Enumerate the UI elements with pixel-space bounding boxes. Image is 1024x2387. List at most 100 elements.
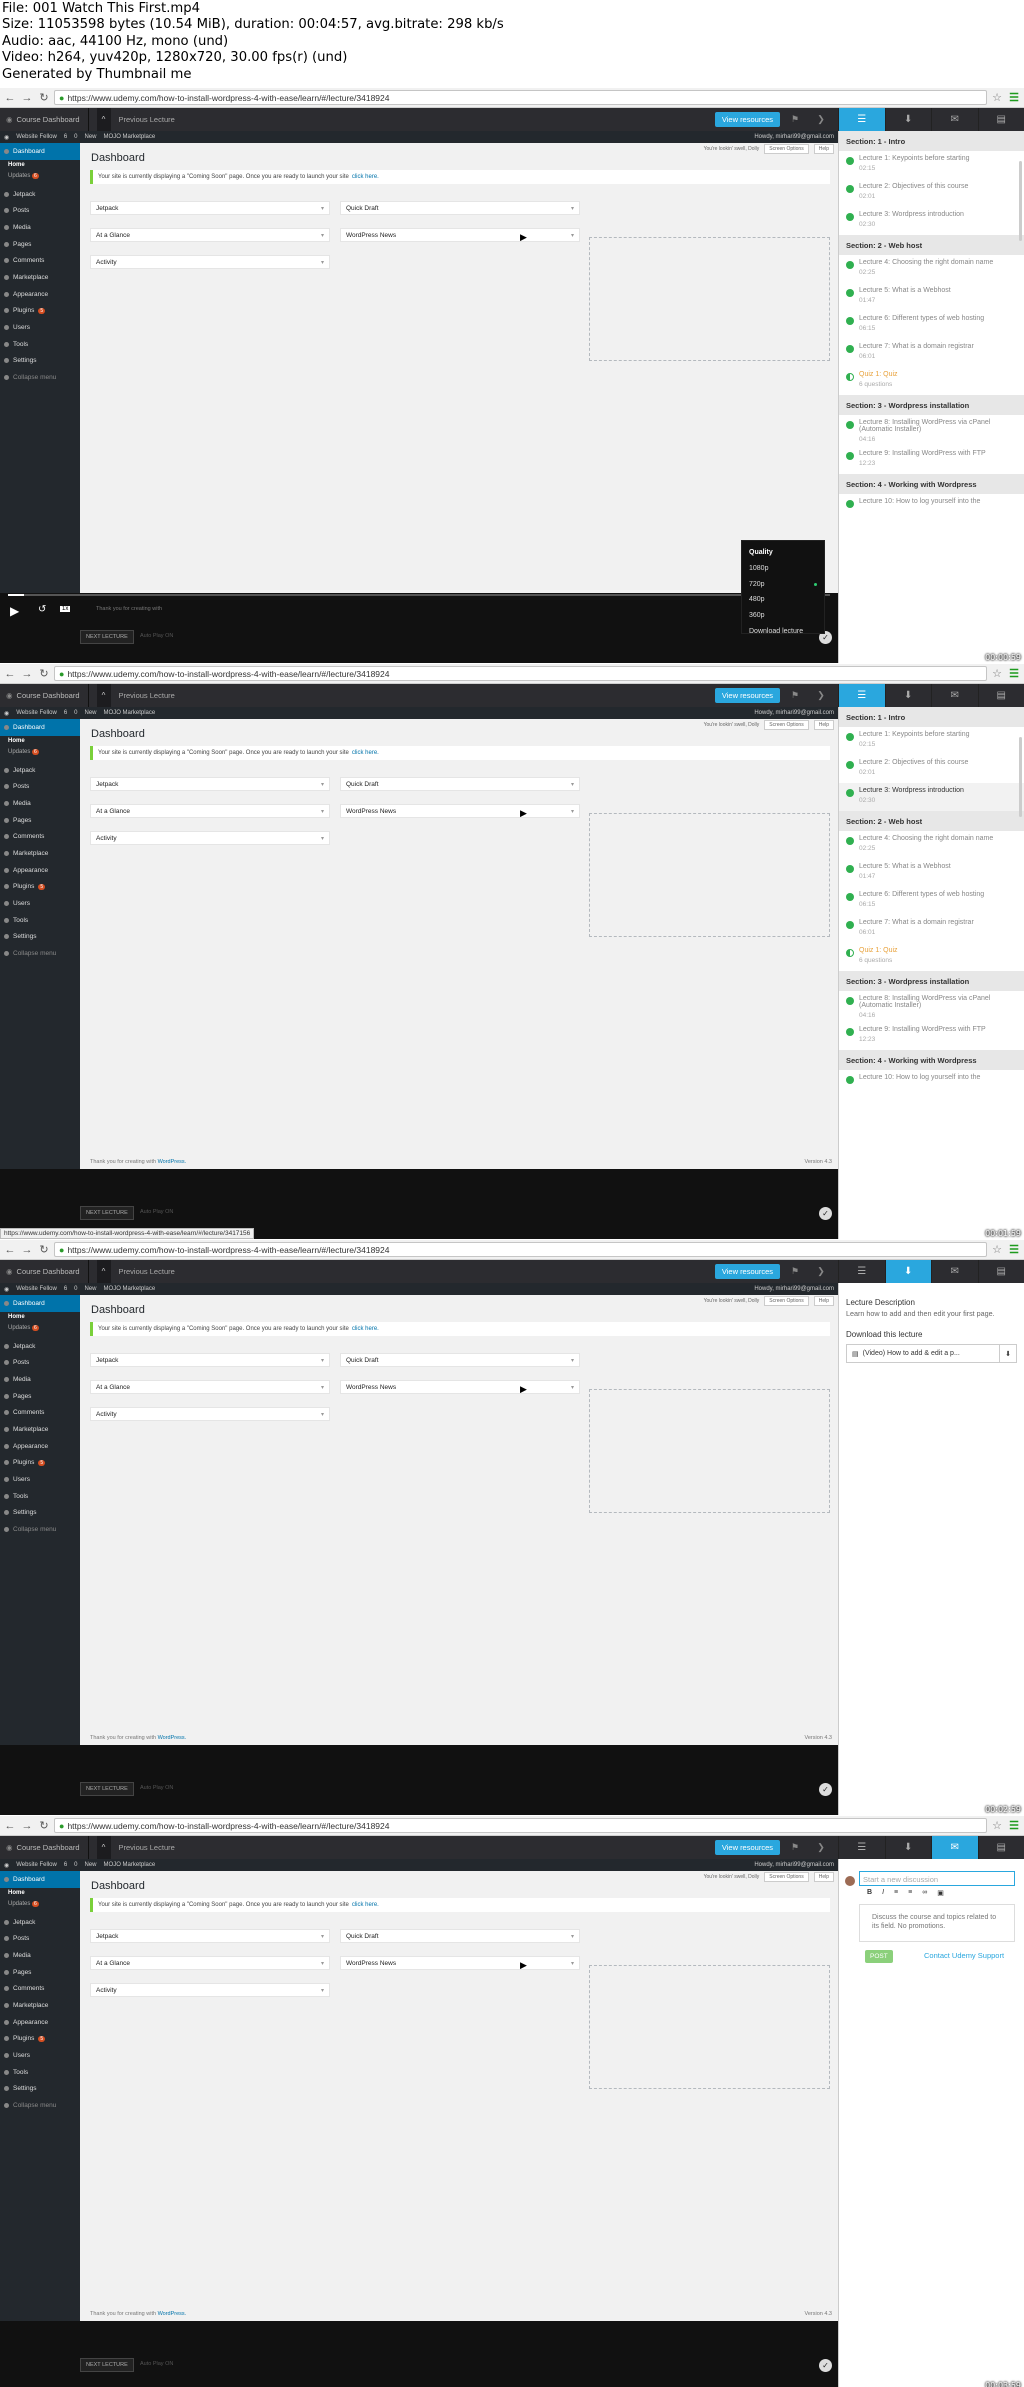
notice-link[interactable]: click here. xyxy=(352,1326,379,1332)
view-resources-button[interactable]: View resources xyxy=(714,688,780,703)
wp-comments[interactable]: 6 xyxy=(64,1286,67,1292)
wordpress-news-widget[interactable]: WordPress News ▾ xyxy=(340,228,580,242)
progress-bar[interactable] xyxy=(8,594,830,596)
quick-draft-widget[interactable]: Quick Draft ▾ xyxy=(340,1353,580,1367)
sidebar-item-appearance[interactable]: Appearance xyxy=(0,286,80,303)
collapse-up-icon[interactable]: ^ xyxy=(96,1836,111,1859)
post-button[interactable]: POST xyxy=(865,1950,893,1963)
discussion-textarea[interactable]: Discuss the course and topics related to… xyxy=(859,1904,1015,1942)
lecture-item[interactable]: Lecture 7: What is a domain registrar 06:… xyxy=(839,915,1024,943)
complete-check-icon[interactable]: ✓ xyxy=(819,2359,832,2372)
wp-new[interactable]: New xyxy=(85,1286,97,1292)
sidebar-item-appearance[interactable]: Appearance xyxy=(0,862,80,879)
forward-icon[interactable]: → xyxy=(20,1243,34,1257)
screen-options-button[interactable]: Screen Options xyxy=(764,1296,809,1306)
wp-howdy[interactable]: Howdy, mirhari99@gmail.com xyxy=(754,1862,834,1868)
sidebar-item-plugins[interactable]: Plugins 5 xyxy=(0,1455,80,1472)
next-arrow-icon[interactable]: ❯ xyxy=(810,1266,832,1277)
tab-curriculum[interactable]: ☰ xyxy=(838,108,885,131)
flag-icon[interactable]: ⚑ xyxy=(784,1842,806,1853)
auto-play-toggle[interactable]: Auto Play ON xyxy=(140,1209,173,1215)
view-resources-button[interactable]: View resources xyxy=(714,112,780,127)
footer-wordpress-link[interactable]: WordPress. xyxy=(158,2311,187,2317)
sidebar-item-plugins[interactable]: Plugins 5 xyxy=(0,303,80,320)
previous-lecture-link[interactable]: Previous Lecture xyxy=(119,691,175,700)
next-lecture-button[interactable]: NEXT LECTURE xyxy=(80,630,134,644)
sidebar-item-jetpack[interactable]: Jetpack xyxy=(0,1338,80,1355)
lecture-item[interactable]: Lecture 10: How to log yourself into the xyxy=(839,1070,1024,1098)
auto-play-toggle[interactable]: Auto Play ON xyxy=(140,633,173,639)
sidebar-item-users[interactable]: Users xyxy=(0,1471,80,1488)
quick-draft-widget[interactable]: Quick Draft ▾ xyxy=(340,1929,580,1943)
next-arrow-icon[interactable]: ❯ xyxy=(810,114,832,125)
lecture-item[interactable]: Lecture 9: Installing WordPress with FTP… xyxy=(839,446,1024,474)
sidebar-item-media[interactable]: Media xyxy=(0,1947,80,1964)
flag-icon[interactable]: ⚑ xyxy=(784,690,806,701)
view-resources-button[interactable]: View resources xyxy=(714,1264,780,1279)
sidebar-sub-updates[interactable]: Updates 6 xyxy=(0,1899,80,1910)
sidebar-item-dashboard[interactable]: Dashboard xyxy=(0,1295,80,1312)
footer-wordpress-link[interactable]: WordPress. xyxy=(158,1735,187,1741)
tab-notes[interactable]: ▤ xyxy=(977,684,1024,707)
sidebar-item-tools[interactable]: Tools xyxy=(0,1488,80,1505)
home-icon[interactable]: ◉ xyxy=(6,691,13,700)
jetpack-widget[interactable]: Jetpack ▾ xyxy=(90,1929,330,1943)
address-bar[interactable]: ● https://www.udemy.com/how-to-install-wo… xyxy=(54,666,987,681)
screen-options-button[interactable]: Screen Options xyxy=(764,1872,809,1882)
wordpress-news-widget[interactable]: WordPress News ▾ xyxy=(340,1956,580,1970)
at-a-glance-widget[interactable]: At a Glance ▾ xyxy=(90,804,330,818)
screen-options-button[interactable]: Screen Options xyxy=(764,720,809,730)
numbered-list-icon[interactable]: ≡ xyxy=(908,1889,912,1901)
download-lecture-option[interactable]: Download lecture xyxy=(749,623,817,639)
previous-lecture-link[interactable]: Previous Lecture xyxy=(119,115,175,124)
sidebar-item-settings[interactable]: Settings xyxy=(0,2081,80,2098)
at-a-glance-widget[interactable]: At a Glance ▾ xyxy=(90,1380,330,1394)
video-stage[interactable]: ◉ Website Fellow 6 0 New MOJO Marketplac… xyxy=(0,707,838,1239)
view-resources-button[interactable]: View resources xyxy=(714,1840,780,1855)
wp-new[interactable]: New xyxy=(85,1862,97,1868)
quality-1080p[interactable]: 1080p xyxy=(749,561,817,577)
notice-link[interactable]: click here. xyxy=(352,174,379,180)
lecture-item[interactable]: Lecture 3: Wordpress introduction 02:30 xyxy=(839,207,1024,235)
back-icon[interactable]: ← xyxy=(3,91,17,105)
tab-discussions[interactable]: ✉ xyxy=(931,108,978,131)
sidebar-item-dashboard[interactable]: Dashboard xyxy=(0,719,80,736)
sidebar-item-users[interactable]: Users xyxy=(0,2047,80,2064)
wp-marketplace[interactable]: MOJO Marketplace xyxy=(104,134,156,140)
home-icon[interactable]: ◉ xyxy=(6,115,13,124)
tab-discussions[interactable]: ✉ xyxy=(931,1836,978,1859)
jetpack-widget[interactable]: Jetpack ▾ xyxy=(90,201,330,215)
course-dashboard-link[interactable]: Course Dashboard xyxy=(17,691,80,700)
notice-link[interactable]: click here. xyxy=(352,1902,379,1908)
tab-curriculum[interactable]: ☰ xyxy=(838,1836,885,1859)
sidebar-sub-updates[interactable]: Updates 6 xyxy=(0,747,80,758)
wp-howdy[interactable]: Howdy, mirhari99@gmail.com xyxy=(754,1286,834,1292)
sidebar-item-media[interactable]: Media xyxy=(0,1371,80,1388)
sidebar-item-users[interactable]: Users xyxy=(0,895,80,912)
sidebar-item-posts[interactable]: Posts xyxy=(0,202,80,219)
sidebar-item-plugins[interactable]: Plugins 5 xyxy=(0,2031,80,2048)
address-bar[interactable]: ● https://www.udemy.com/how-to-install-wo… xyxy=(54,1242,987,1257)
complete-check-icon[interactable]: ✓ xyxy=(819,1207,832,1220)
help-button[interactable]: Help xyxy=(813,720,834,730)
wordpress-news-widget[interactable]: WordPress News ▾ xyxy=(340,1380,580,1394)
sidebar-item-appearance[interactable]: Appearance xyxy=(0,2014,80,2031)
back-icon[interactable]: ← xyxy=(3,667,17,681)
course-dashboard-link[interactable]: Course Dashboard xyxy=(17,1267,80,1276)
sidebar-item-posts[interactable]: Posts xyxy=(0,1354,80,1371)
scrollbar[interactable] xyxy=(1019,161,1022,241)
flag-icon[interactable]: ⚑ xyxy=(784,1266,806,1277)
collapse-menu[interactable]: Collapse menu xyxy=(0,369,80,386)
previous-lecture-link[interactable]: Previous Lecture xyxy=(119,1267,175,1276)
sidebar-item-marketplace[interactable]: Marketplace xyxy=(0,1421,80,1438)
quality-720p[interactable]: 720p xyxy=(749,576,817,592)
browser-menu-icon[interactable]: ☰ xyxy=(1007,1243,1021,1256)
sidebar-item-jetpack[interactable]: Jetpack xyxy=(0,762,80,779)
tab-downloads[interactable]: ⬇ xyxy=(884,1260,931,1283)
lecture-item[interactable]: Lecture 4: Choosing the right domain nam… xyxy=(839,831,1024,859)
auto-play-toggle[interactable]: Auto Play ON xyxy=(140,1785,173,1791)
bookmark-star-icon[interactable]: ☆ xyxy=(990,1819,1004,1832)
sidebar-item-comments[interactable]: Comments xyxy=(0,252,80,269)
sidebar-item-settings[interactable]: Settings xyxy=(0,929,80,946)
activity-widget[interactable]: Activity ▾ xyxy=(90,831,330,845)
